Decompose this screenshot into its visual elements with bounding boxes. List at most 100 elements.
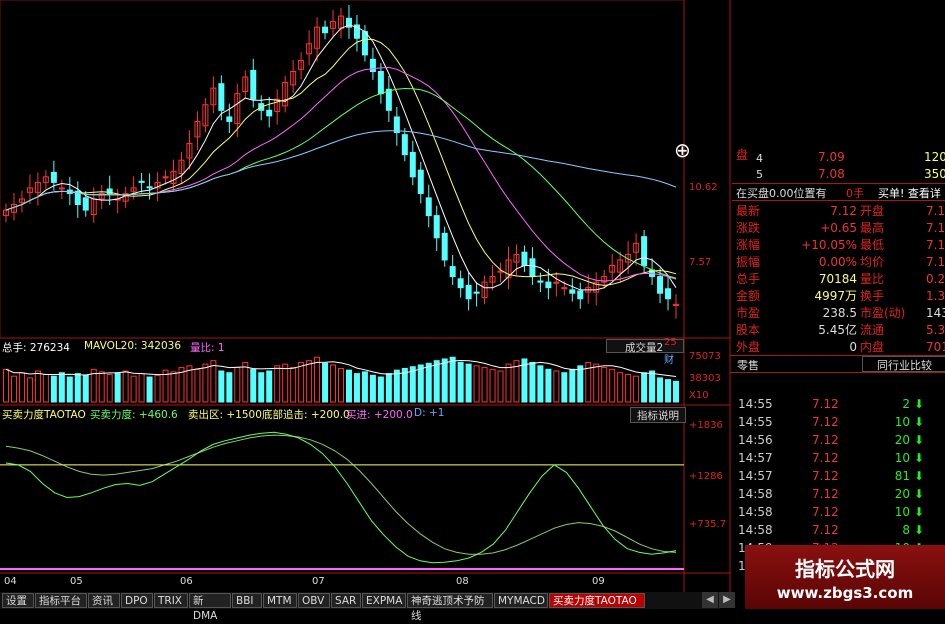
ma10-line xyxy=(5,38,677,286)
volume-bar xyxy=(361,371,368,403)
quote-key2: 市盈(动) xyxy=(860,306,906,320)
quote-key: 总手 xyxy=(736,272,761,286)
volume-bar xyxy=(146,376,153,403)
tick-price: 7.12 xyxy=(812,451,839,465)
candle-body xyxy=(377,71,384,95)
candle-body xyxy=(361,31,368,56)
volume-bar xyxy=(441,358,448,403)
candle-body xyxy=(266,109,273,117)
volume-bar xyxy=(481,367,488,403)
tick-time: 14:58 xyxy=(738,523,773,537)
volume-bar xyxy=(42,373,49,403)
tab-7[interactable]: MTM xyxy=(263,593,297,608)
tick-row: 14:58 7.12 10 ⬇ xyxy=(734,503,945,521)
quote-value2: 7.1 xyxy=(926,238,945,252)
tab-11[interactable]: 神奇逃顶术予防线 xyxy=(407,593,493,622)
watermark-title: 指标公式网 xyxy=(795,557,895,581)
volume-bar xyxy=(250,368,257,403)
quote-key: 振幅 xyxy=(736,255,761,269)
volume-bar xyxy=(170,371,177,403)
volume-bar xyxy=(242,361,249,403)
tab-13[interactable]: 买卖力度TAOTAO xyxy=(549,593,645,608)
volume-bar xyxy=(338,367,344,403)
tab-3[interactable]: DPO xyxy=(121,593,153,608)
candle-body xyxy=(641,236,648,266)
buy-alert-link[interactable]: 买单! 查看详 xyxy=(878,185,941,201)
quote-key2: 最高 xyxy=(860,221,885,235)
tick-qty: 20 xyxy=(894,433,910,447)
tab-4[interactable]: TRIX xyxy=(154,593,188,608)
quote-key: 市盈 xyxy=(736,306,761,320)
quote-value: 0 xyxy=(849,340,857,354)
volume-bar xyxy=(393,369,400,403)
vol-tick-high: 75073 xyxy=(689,351,721,362)
industry-compare-button[interactable]: 同行业比较 xyxy=(862,356,945,372)
buy-alert-text: 在买盘0.00位置有 xyxy=(736,187,827,200)
tick-row: 14:55 7.12 10 ⬇ xyxy=(734,413,945,431)
tick-qty: 10 xyxy=(894,451,910,465)
tick-price: 7.12 xyxy=(812,523,839,537)
ind-tick-low: +735.7 xyxy=(689,519,727,530)
indicator-sell-value: 卖出区: +1500 xyxy=(188,409,262,421)
tab-2[interactable]: 资讯 xyxy=(88,593,120,608)
tick-price: 7.12 xyxy=(812,433,839,447)
volume-bar xyxy=(10,375,17,403)
volume-bar xyxy=(194,368,201,403)
price-tick-low: 7.57 xyxy=(689,257,712,268)
down-arrow-icon: ⬇ xyxy=(914,487,925,501)
volume-bar xyxy=(186,365,193,403)
candle-body xyxy=(473,291,480,294)
quote-value2: 7.1 xyxy=(926,204,945,218)
tick-row: 14:56 7.12 20 ⬇ xyxy=(734,431,945,449)
tab-1[interactable]: 指标平台 xyxy=(35,593,87,608)
misc-25-label: 25 xyxy=(664,337,677,348)
volume-bar xyxy=(122,370,129,403)
volume-bar xyxy=(601,367,608,403)
tick-list[interactable]: 14:55 7.12 2 ⬇ 14:55 7.12 10 ⬇ 14:56 7.12 20 ⬇ 14:57… xyxy=(734,397,945,573)
quote-key2: 最低 xyxy=(860,238,885,252)
volume-bar xyxy=(473,365,480,403)
tab-12[interactable]: MYMACD xyxy=(494,593,548,608)
tab-scroll-left-icon[interactable]: ◀ xyxy=(702,592,718,608)
indicator-d-value: D: +1 xyxy=(414,407,445,419)
quote-value: 238.5 xyxy=(822,306,857,320)
tick-time: 14:57 xyxy=(738,451,773,465)
tick-qty: 8 xyxy=(902,523,910,537)
quote-key2: 量比 xyxy=(860,272,885,286)
volume-bar xyxy=(353,373,360,403)
down-arrow-icon: ⬇ xyxy=(914,523,925,537)
orderbook-qty-4: 120 xyxy=(924,150,945,164)
volume-bar xyxy=(569,368,576,403)
volume-bar xyxy=(345,369,352,403)
tick-row: 14:57 7.12 81 ⬇ xyxy=(734,467,945,485)
finance-link[interactable]: 财 xyxy=(664,351,674,366)
quote-value2: 0.2 xyxy=(926,272,945,286)
candle-body xyxy=(465,284,472,300)
crosshair-toggle-icon[interactable]: ⊕ xyxy=(674,138,691,162)
indicator-help-button[interactable]: 指标说明 xyxy=(630,407,686,423)
volume-bar xyxy=(234,367,241,403)
volume-bar xyxy=(449,356,456,403)
volume-bar xyxy=(665,379,672,403)
volume-bar xyxy=(673,380,679,403)
tick-row: 14:55 7.12 2 ⬇ xyxy=(734,395,945,413)
volume-bar xyxy=(130,375,137,403)
tick-qty: 10 xyxy=(894,415,910,429)
tab-0[interactable]: 设置 xyxy=(2,593,34,608)
tab-6[interactable]: BBI xyxy=(232,593,262,608)
volume-bar xyxy=(106,373,113,403)
tab-10[interactable]: EXPMA xyxy=(362,593,406,608)
tab-5[interactable]: 新DMA xyxy=(189,593,231,622)
quote-value: 7.12 xyxy=(830,204,857,218)
candle-body xyxy=(146,186,153,189)
volume-bar xyxy=(18,372,25,403)
candle-body xyxy=(433,215,440,239)
x-tick-09: 09 xyxy=(592,576,605,587)
tab-9[interactable]: SAR xyxy=(331,593,361,608)
candle-body xyxy=(457,278,464,289)
tab-8[interactable]: OBV xyxy=(298,593,330,608)
indicator-tab-bar: 设置 指标平台 资讯 DPO TRIX 新DMA BBI MTM OBV SAR EXPMA 神奇逃顶… xyxy=(0,592,720,622)
tab-scroll-right-icon[interactable]: ▶ xyxy=(719,592,735,608)
volume-bar xyxy=(282,363,289,403)
tick-time: 14:55 xyxy=(738,397,773,411)
